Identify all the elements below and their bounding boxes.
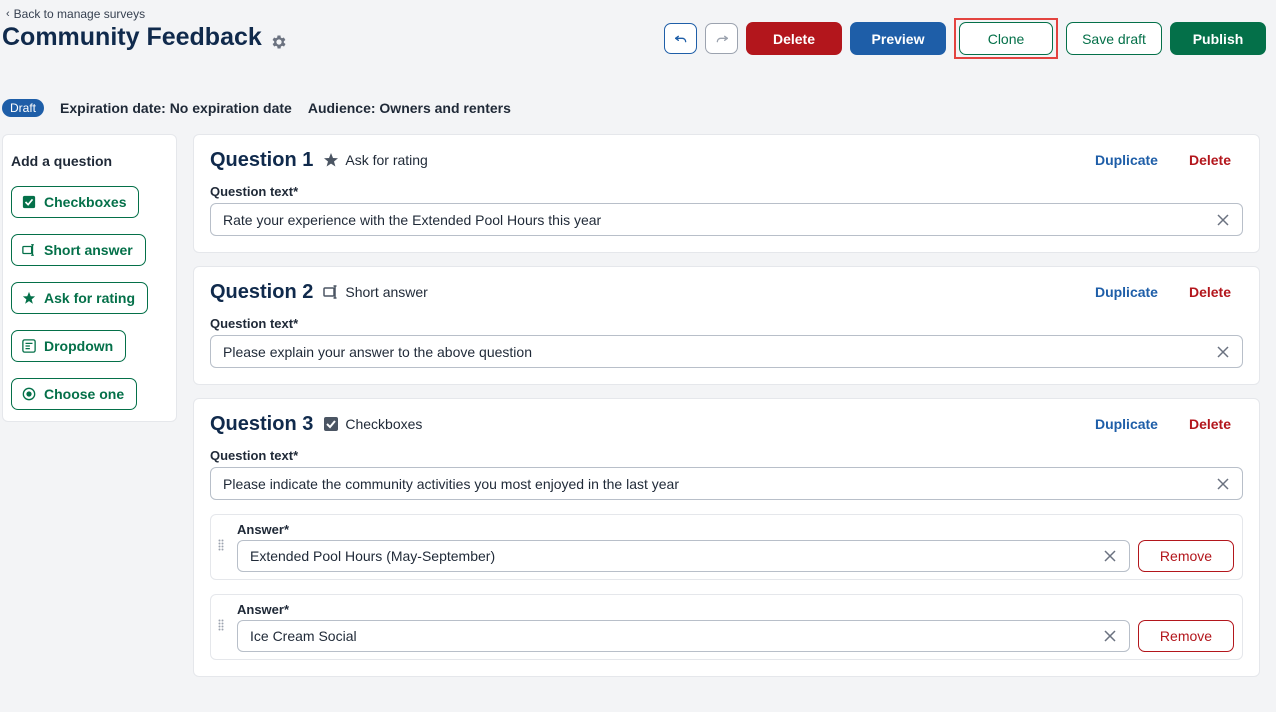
answer-value: Extended Pool Hours (May-September)	[250, 548, 496, 564]
question-text-input[interactable]: Rate your experience with the Extended P…	[210, 203, 1243, 236]
question-title: Question 3	[210, 412, 314, 435]
question-type: Short answer	[323, 284, 428, 300]
status-badge: Draft	[2, 99, 45, 117]
radio-icon	[22, 387, 36, 401]
back-link-label: Back to manage surveys	[13, 7, 146, 21]
short-answer-icon	[323, 285, 337, 299]
page-title: Community Feedback	[2, 23, 288, 52]
question-text-label: Question text*	[210, 316, 299, 331]
drag-handle-icon[interactable]	[218, 539, 224, 551]
question-type-label: Ask for rating	[345, 152, 428, 168]
add-question-title: Add a question	[11, 153, 113, 169]
clear-icon[interactable]	[1103, 549, 1117, 563]
answer-value: Ice Cream Social	[250, 628, 357, 644]
preview-button[interactable]: Preview	[850, 22, 946, 55]
add-dropdown-button[interactable]: Dropdown	[11, 330, 127, 362]
add-question-panel: Add a question Checkboxes Short answer A…	[2, 134, 177, 422]
delete-question-button[interactable]: Delete	[1189, 284, 1231, 300]
remove-answer-button[interactable]: Remove	[1138, 620, 1234, 652]
question-text-value: Rate your experience with the Extended P…	[223, 211, 602, 228]
question-type-label: Checkboxes	[345, 416, 423, 432]
answer-item: Answer* Extended Pool Hours (May-Septemb…	[210, 514, 1243, 580]
audience: Audience: Owners and renters	[307, 100, 511, 116]
question-type: Checkboxes	[323, 416, 422, 432]
question-text-label: Question text*	[210, 184, 299, 199]
delete-question-button[interactable]: Delete	[1189, 152, 1231, 168]
undo-button[interactable]	[664, 23, 697, 54]
delete-survey-button[interactable]: Delete	[746, 22, 842, 55]
back-to-surveys-link[interactable]: ‹ Back to manage surveys	[6, 7, 145, 21]
clear-icon[interactable]	[1103, 629, 1117, 643]
expiration-date: Expiration date: No expiration date	[60, 100, 292, 116]
save-draft-button[interactable]: Save draft	[1066, 22, 1162, 55]
undo-icon	[674, 35, 686, 42]
duplicate-question-button[interactable]: Duplicate	[1095, 416, 1158, 432]
add-short-answer-label: Short answer	[44, 242, 133, 258]
question-text-input[interactable]: Please explain your answer to the above …	[210, 335, 1243, 368]
answer-input[interactable]: Extended Pool Hours (May-September)	[237, 540, 1130, 572]
answer-item: Answer* Ice Cream Social Remove	[210, 594, 1243, 660]
question-text-label: Question text*	[210, 448, 299, 463]
add-checkboxes-button[interactable]: Checkboxes	[11, 186, 140, 218]
question-type: Ask for rating	[323, 152, 428, 168]
star-icon	[22, 291, 36, 304]
question-text-value: Please indicate the community activities…	[223, 475, 680, 492]
short-answer-icon	[22, 244, 34, 256]
question-type-label: Short answer	[345, 284, 428, 300]
clone-highlight: Clone	[954, 18, 1058, 59]
gear-icon[interactable]	[270, 29, 288, 49]
question-card: Question 3 Checkboxes Duplicate Delete Q…	[193, 398, 1260, 677]
checkbox-icon	[22, 195, 36, 209]
add-choose-one-button[interactable]: Choose one	[11, 378, 138, 410]
answer-label: Answer*	[237, 522, 290, 537]
question-text-input[interactable]: Please indicate the community activities…	[210, 467, 1243, 500]
survey-status-bar: Draft Expiration date: No expiration dat…	[2, 99, 511, 117]
delete-question-button[interactable]: Delete	[1189, 416, 1231, 432]
question-title: Question 2	[210, 280, 314, 303]
redo-button[interactable]	[705, 23, 738, 54]
add-checkboxes-label: Checkboxes	[44, 194, 127, 210]
checkbox-icon	[324, 417, 339, 431]
add-rating-button[interactable]: Ask for rating	[11, 282, 149, 314]
toolbar: Delete Preview Clone Save draft Publish	[664, 18, 1266, 59]
dropdown-icon	[22, 339, 36, 353]
duplicate-question-button[interactable]: Duplicate	[1095, 152, 1158, 168]
add-dropdown-label: Dropdown	[44, 338, 114, 354]
star-icon	[324, 153, 339, 167]
clear-icon[interactable]	[1216, 213, 1230, 227]
add-rating-label: Ask for rating	[44, 290, 136, 306]
duplicate-question-button[interactable]: Duplicate	[1095, 284, 1158, 300]
remove-answer-button[interactable]: Remove	[1138, 540, 1234, 572]
question-list: Question 1 Ask for rating Duplicate Dele…	[193, 134, 1260, 690]
question-card: Question 1 Ask for rating Duplicate Dele…	[193, 134, 1260, 253]
add-short-answer-button[interactable]: Short answer	[11, 234, 146, 266]
clear-icon[interactable]	[1216, 345, 1230, 359]
question-text-value: Please explain your answer to the above …	[223, 343, 532, 360]
clone-button[interactable]: Clone	[959, 22, 1053, 55]
add-choose-one-label: Choose one	[44, 386, 125, 402]
publish-button[interactable]: Publish	[1170, 22, 1266, 55]
redo-icon	[716, 35, 728, 42]
chevron-left-icon: ‹	[6, 8, 10, 20]
page-title-text: Community Feedback	[2, 23, 262, 51]
drag-handle-icon[interactable]	[218, 619, 224, 631]
question-title: Question 1	[210, 148, 314, 171]
answer-input[interactable]: Ice Cream Social	[237, 620, 1130, 652]
clear-icon[interactable]	[1216, 477, 1230, 491]
answer-label: Answer*	[237, 602, 290, 617]
question-card: Question 2 Short answer Duplicate Delete…	[193, 266, 1260, 385]
